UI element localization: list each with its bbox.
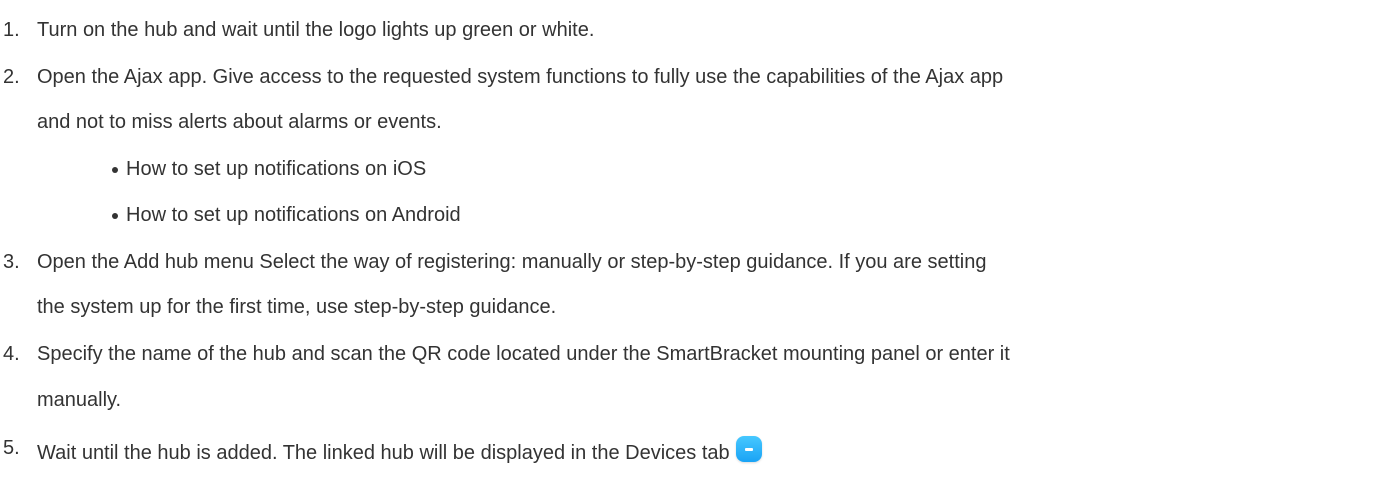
step-text-continued: and not to miss alerts about alarms or e…	[37, 111, 442, 133]
step-number: 5.	[3, 437, 20, 459]
devices-tab-icon	[735, 436, 762, 462]
step-text: Wait until the hub is added. The linked …	[37, 442, 730, 464]
step-text-continued: the system up for the first time, use st…	[37, 296, 557, 318]
link-notifications-android[interactable]: How to set up notifications on Android	[126, 203, 461, 227]
instruction-list: 1. Turn on the hub and wait until the lo…	[0, 0, 1383, 479]
step-text-wrap: Wait until the hub is added. The linked …	[37, 436, 762, 465]
step-text: Open the Add hub menu Select the way of …	[37, 251, 987, 273]
step-text: Turn on the hub and wait until the logo …	[37, 19, 595, 41]
step-number: 3.	[3, 251, 20, 273]
step-text: Open the Ajax app. Give access to the re…	[37, 66, 1004, 88]
step-text: Specify the name of the hub and scan the…	[37, 343, 1010, 365]
step-number: 2.	[3, 66, 20, 88]
link-notifications-ios[interactable]: How to set up notifications on iOS	[126, 157, 426, 181]
step-number: 1.	[3, 19, 20, 41]
bullet-dot	[112, 213, 118, 219]
step-number: 4.	[3, 343, 20, 365]
bullet-dot	[112, 167, 118, 173]
step-text-continued: manually.	[37, 389, 122, 411]
